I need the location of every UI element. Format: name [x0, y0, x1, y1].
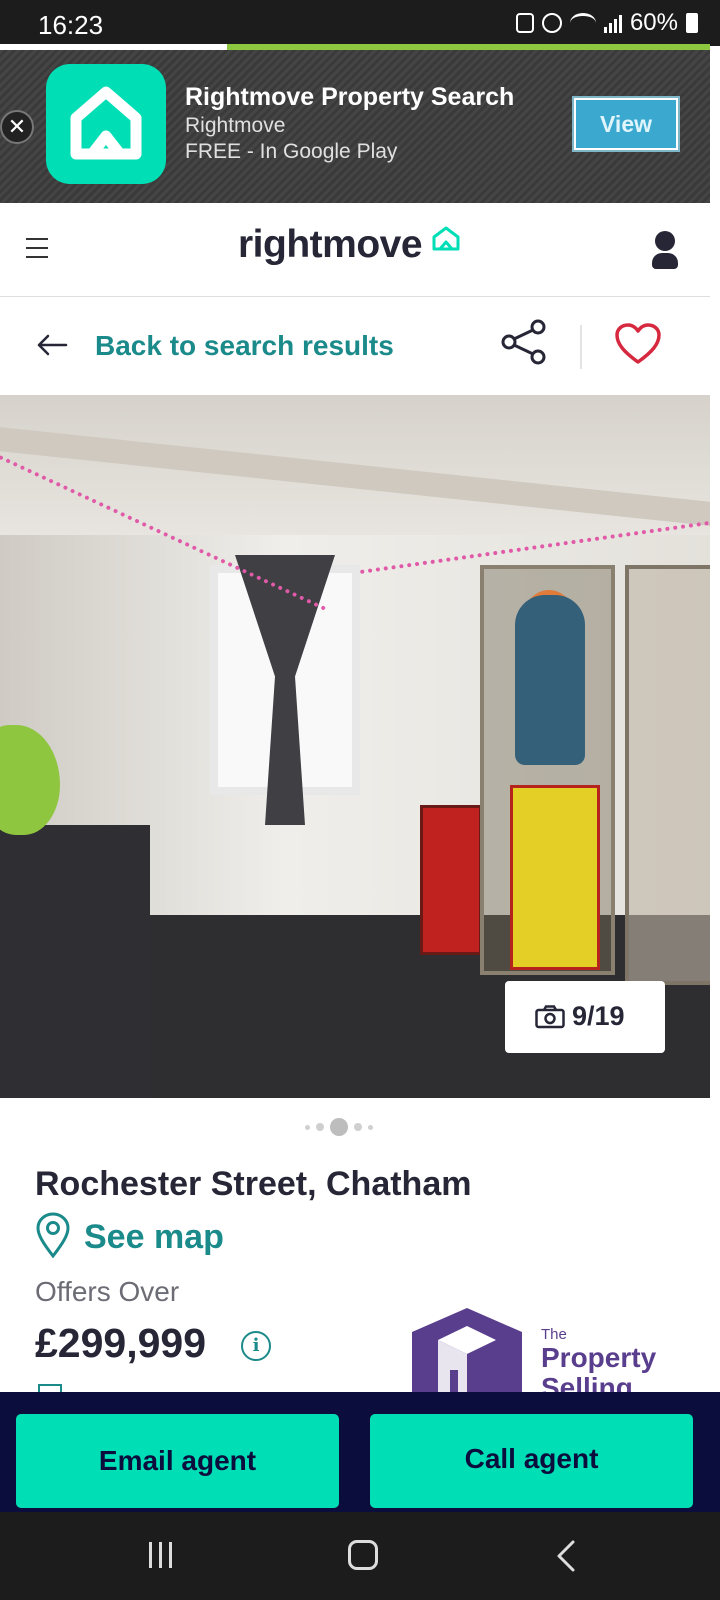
back-arrow-icon[interactable]	[36, 333, 68, 357]
info-icon[interactable]: i	[241, 1331, 271, 1361]
contact-agent-bar: Email agent Call agent	[0, 1392, 720, 1512]
photo-counter-text: 9/19	[572, 1001, 625, 1031]
signal-icon	[603, 13, 622, 33]
site-logo[interactable]: rightmove	[238, 223, 460, 267]
agent-name-small: The	[541, 1326, 567, 1343]
camera-icon	[535, 1005, 565, 1029]
gallery-dots	[305, 1118, 373, 1136]
system-nav-bar	[0, 1512, 720, 1600]
wifi-icon	[569, 13, 596, 33]
logo-text: rightmove	[238, 223, 423, 266]
gallery-dot-active	[330, 1118, 348, 1136]
back-to-search-link[interactable]: Back to search results	[95, 330, 394, 362]
agent-name[interactable]: The Property Selling	[541, 1326, 691, 1392]
user-icon[interactable]	[652, 231, 678, 271]
logo-house-icon	[432, 226, 460, 251]
call-agent-button[interactable]: Call agent	[370, 1414, 693, 1508]
app-install-banner: ✕ Rightmove Property Search Rightmove FR…	[0, 50, 710, 203]
home-icon[interactable]	[348, 1540, 378, 1570]
hamburger-icon[interactable]	[26, 238, 48, 258]
banner-publisher: Rightmove	[185, 114, 286, 137]
house-icon	[70, 86, 142, 160]
gallery-dot	[305, 1124, 310, 1130]
price-qualifier: Offers Over	[35, 1276, 180, 1307]
agent-name-line2: Selling	[541, 1372, 633, 1393]
status-bar: 16:23 60%	[0, 0, 720, 46]
gallery-dot	[316, 1123, 324, 1131]
banner-title: Rightmove Property Search	[185, 83, 515, 111]
recents-icon[interactable]	[149, 1542, 172, 1568]
back-chevron-icon[interactable]	[555, 1539, 577, 1573]
agent-logo[interactable]	[412, 1308, 522, 1392]
lock-notification-icon	[515, 13, 534, 33]
view-app-button[interactable]: View	[572, 96, 680, 152]
close-banner-button[interactable]: ✕	[0, 110, 34, 144]
listing-toolbar: Back to search results	[0, 297, 710, 395]
photo-counter[interactable]: 9/19	[505, 981, 665, 1053]
app-icon	[46, 64, 166, 184]
battery-icon	[686, 13, 698, 33]
listing-address: Rochester Street, Chatham	[35, 1165, 472, 1203]
banner-price-store: FREE - In Google Play	[185, 140, 398, 163]
map-pin-icon[interactable]	[35, 1212, 71, 1258]
see-map-link[interactable]: See map	[84, 1218, 224, 1257]
battery-percent: 60%	[629, 9, 678, 36]
status-icons: 60%	[515, 9, 698, 37]
email-agent-button[interactable]: Email agent	[16, 1414, 339, 1508]
site-header: rightmove	[0, 203, 710, 297]
alarm-icon	[541, 13, 562, 33]
toolbar-divider	[580, 325, 582, 369]
agent-name-line1: Property	[541, 1342, 657, 1373]
listing-price: £299,999	[35, 1320, 207, 1366]
gallery-dot	[368, 1124, 373, 1130]
gallery-dot	[354, 1123, 362, 1131]
share-icon[interactable]	[500, 318, 548, 366]
heart-icon[interactable]	[614, 322, 662, 366]
status-time: 16:23	[38, 10, 104, 40]
